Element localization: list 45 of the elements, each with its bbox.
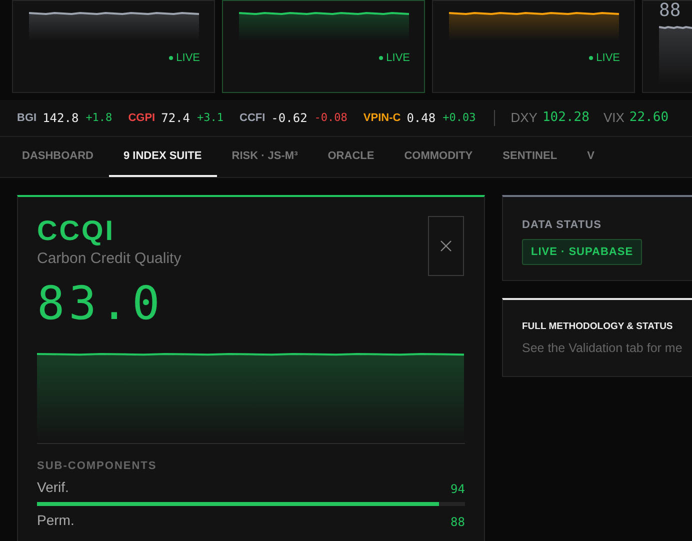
close-icon	[440, 240, 452, 252]
live-label: LIVE	[176, 51, 200, 66]
panel-description: See the Validation tab for me	[522, 340, 682, 358]
close-button[interactable]	[428, 216, 464, 276]
nav-tab[interactable]: V	[572, 137, 610, 177]
ticker-symbol: VPIN-C	[363, 110, 401, 126]
nav-tab[interactable]: ORACLE	[312, 137, 390, 177]
component-label: Verif.	[37, 478, 69, 497]
nav-tab[interactable]: 9 INDEX SUITE	[108, 137, 217, 177]
index-card[interactable]: LIVE	[432, 0, 635, 93]
nav-tab[interactable]: COMMODITY	[389, 137, 488, 177]
ticker-value: -0.62	[271, 110, 308, 127]
index-name: Carbon Credit Quality	[37, 249, 182, 269]
ticker-symbol: CGPI	[128, 110, 156, 126]
ticker-symbol: BGI	[17, 110, 37, 126]
live-label: LIVE	[386, 51, 410, 66]
index-value: 88	[659, 2, 681, 20]
index-card[interactable]: LIVE	[12, 0, 215, 93]
index-card[interactable]: LIVE	[222, 0, 425, 93]
index-card[interactable]: 88	[642, 0, 692, 93]
ticker-change: +0.03	[442, 110, 476, 126]
ticker-change: +3.1	[197, 110, 224, 126]
nav-tab[interactable]: SENTINEL	[488, 137, 572, 177]
component-label: Perm.	[37, 511, 74, 530]
ticker-value: 22.60	[629, 109, 669, 128]
ticker-symbol: CCFI	[240, 110, 266, 126]
index-value: 83.0	[37, 276, 164, 328]
ticker-value: 0.48	[406, 110, 436, 127]
component-value: 88	[450, 514, 465, 531]
live-status-badge: LIVE · SUPABASE	[522, 238, 642, 265]
ticker-value: 72.4	[161, 110, 190, 127]
panel-title: FULL METHODOLOGY & STATUS	[522, 320, 673, 334]
ticker-change: -0.08	[314, 110, 348, 126]
section-title: SUB-COMPONENTS	[37, 458, 157, 474]
ticker-value: 142.8	[42, 110, 79, 127]
ticker-symbol: VIX	[603, 109, 624, 128]
nav-tab[interactable]: RISK · JS-M³	[216, 137, 313, 177]
nav-tab[interactable]: DASHBOARD	[0, 137, 108, 177]
panel-title: DATA STATUS	[522, 218, 602, 233]
ticker-symbol: DXY	[510, 109, 538, 128]
ticker-change: +1.8	[86, 110, 112, 126]
index-code: CCQI	[37, 215, 115, 247]
live-label: LIVE	[596, 51, 620, 66]
ticker-value: 102.28	[542, 109, 590, 128]
component-value: 94	[450, 481, 465, 498]
